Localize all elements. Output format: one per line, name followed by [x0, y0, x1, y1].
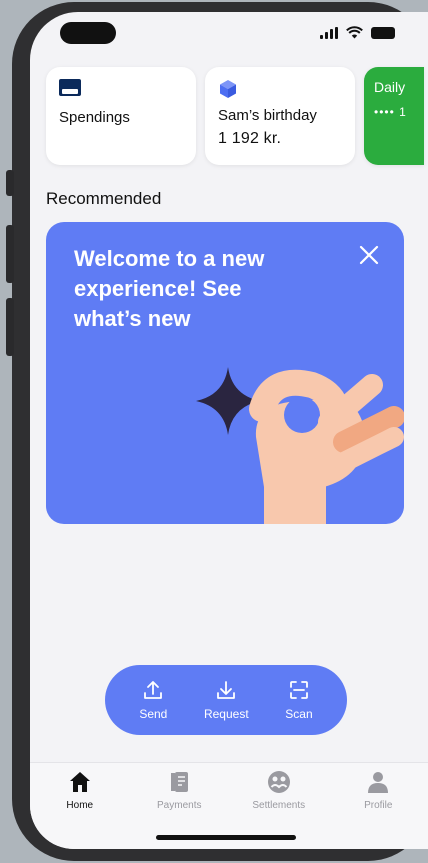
- nav-item-profile[interactable]: Profile: [333, 769, 423, 849]
- scan-button[interactable]: Scan: [285, 679, 313, 721]
- section-title-recommended: Recommended: [46, 189, 162, 208]
- nav-item-home[interactable]: Home: [35, 769, 125, 849]
- wifi-icon: [346, 26, 363, 39]
- card-title: Daily: [374, 79, 406, 95]
- card-masked-number: •••• 1: [374, 105, 407, 119]
- promo-banner[interactable]: Welcome to a new experience! See what’s …: [46, 222, 404, 524]
- side-button-volume-up: [6, 225, 14, 283]
- side-button-volume-down: [6, 298, 14, 356]
- payments-icon: [171, 772, 189, 792]
- camera-notch: [60, 22, 116, 44]
- side-button-mute: [6, 170, 14, 196]
- card-sams-birthday[interactable]: Sam’s birthday 1 192 kr.: [205, 67, 355, 165]
- scan-icon: [290, 681, 308, 699]
- phone-screen: Spendings Sam’s birthday 1 192 kr. Daily…: [30, 12, 428, 849]
- nav-label: Settlements: [252, 800, 306, 811]
- profile-icon: [368, 772, 389, 793]
- card-amount: 1 192 kr.: [218, 130, 282, 147]
- status-bar: [320, 26, 395, 39]
- scan-label: Scan: [285, 707, 313, 721]
- ok-hand-sparkle-illustration: [196, 367, 404, 524]
- card-title: Spendings: [59, 109, 130, 126]
- bank-logo-icon: [59, 79, 81, 96]
- home-icon: [69, 772, 90, 792]
- send-button[interactable]: Send: [139, 679, 167, 721]
- promo-text: Welcome to a new experience! See what’s …: [74, 246, 265, 331]
- nav-label: Payments: [157, 800, 202, 811]
- upload-icon: [144, 681, 163, 699]
- nav-label: Home: [66, 800, 94, 811]
- settlements-icon: [267, 771, 290, 793]
- cards-carousel[interactable]: Spendings Sam’s birthday 1 192 kr. Daily…: [46, 67, 424, 165]
- nav-label: Profile: [364, 800, 393, 811]
- card-daily[interactable]: Daily •••• 1: [364, 67, 424, 165]
- close-icon[interactable]: [358, 244, 380, 266]
- card-title: Sam’s birthday: [218, 107, 317, 124]
- quick-actions: Send Request Scan: [105, 665, 347, 735]
- send-label: Send: [139, 707, 168, 721]
- battery-icon: [371, 26, 395, 39]
- request-label: Request: [203, 707, 249, 721]
- download-icon: [217, 681, 236, 699]
- cube-icon: [218, 79, 342, 99]
- home-indicator[interactable]: [156, 835, 296, 840]
- signal-icon: [320, 26, 338, 39]
- request-button[interactable]: Request: [204, 679, 249, 721]
- card-spendings[interactable]: Spendings: [46, 67, 196, 165]
